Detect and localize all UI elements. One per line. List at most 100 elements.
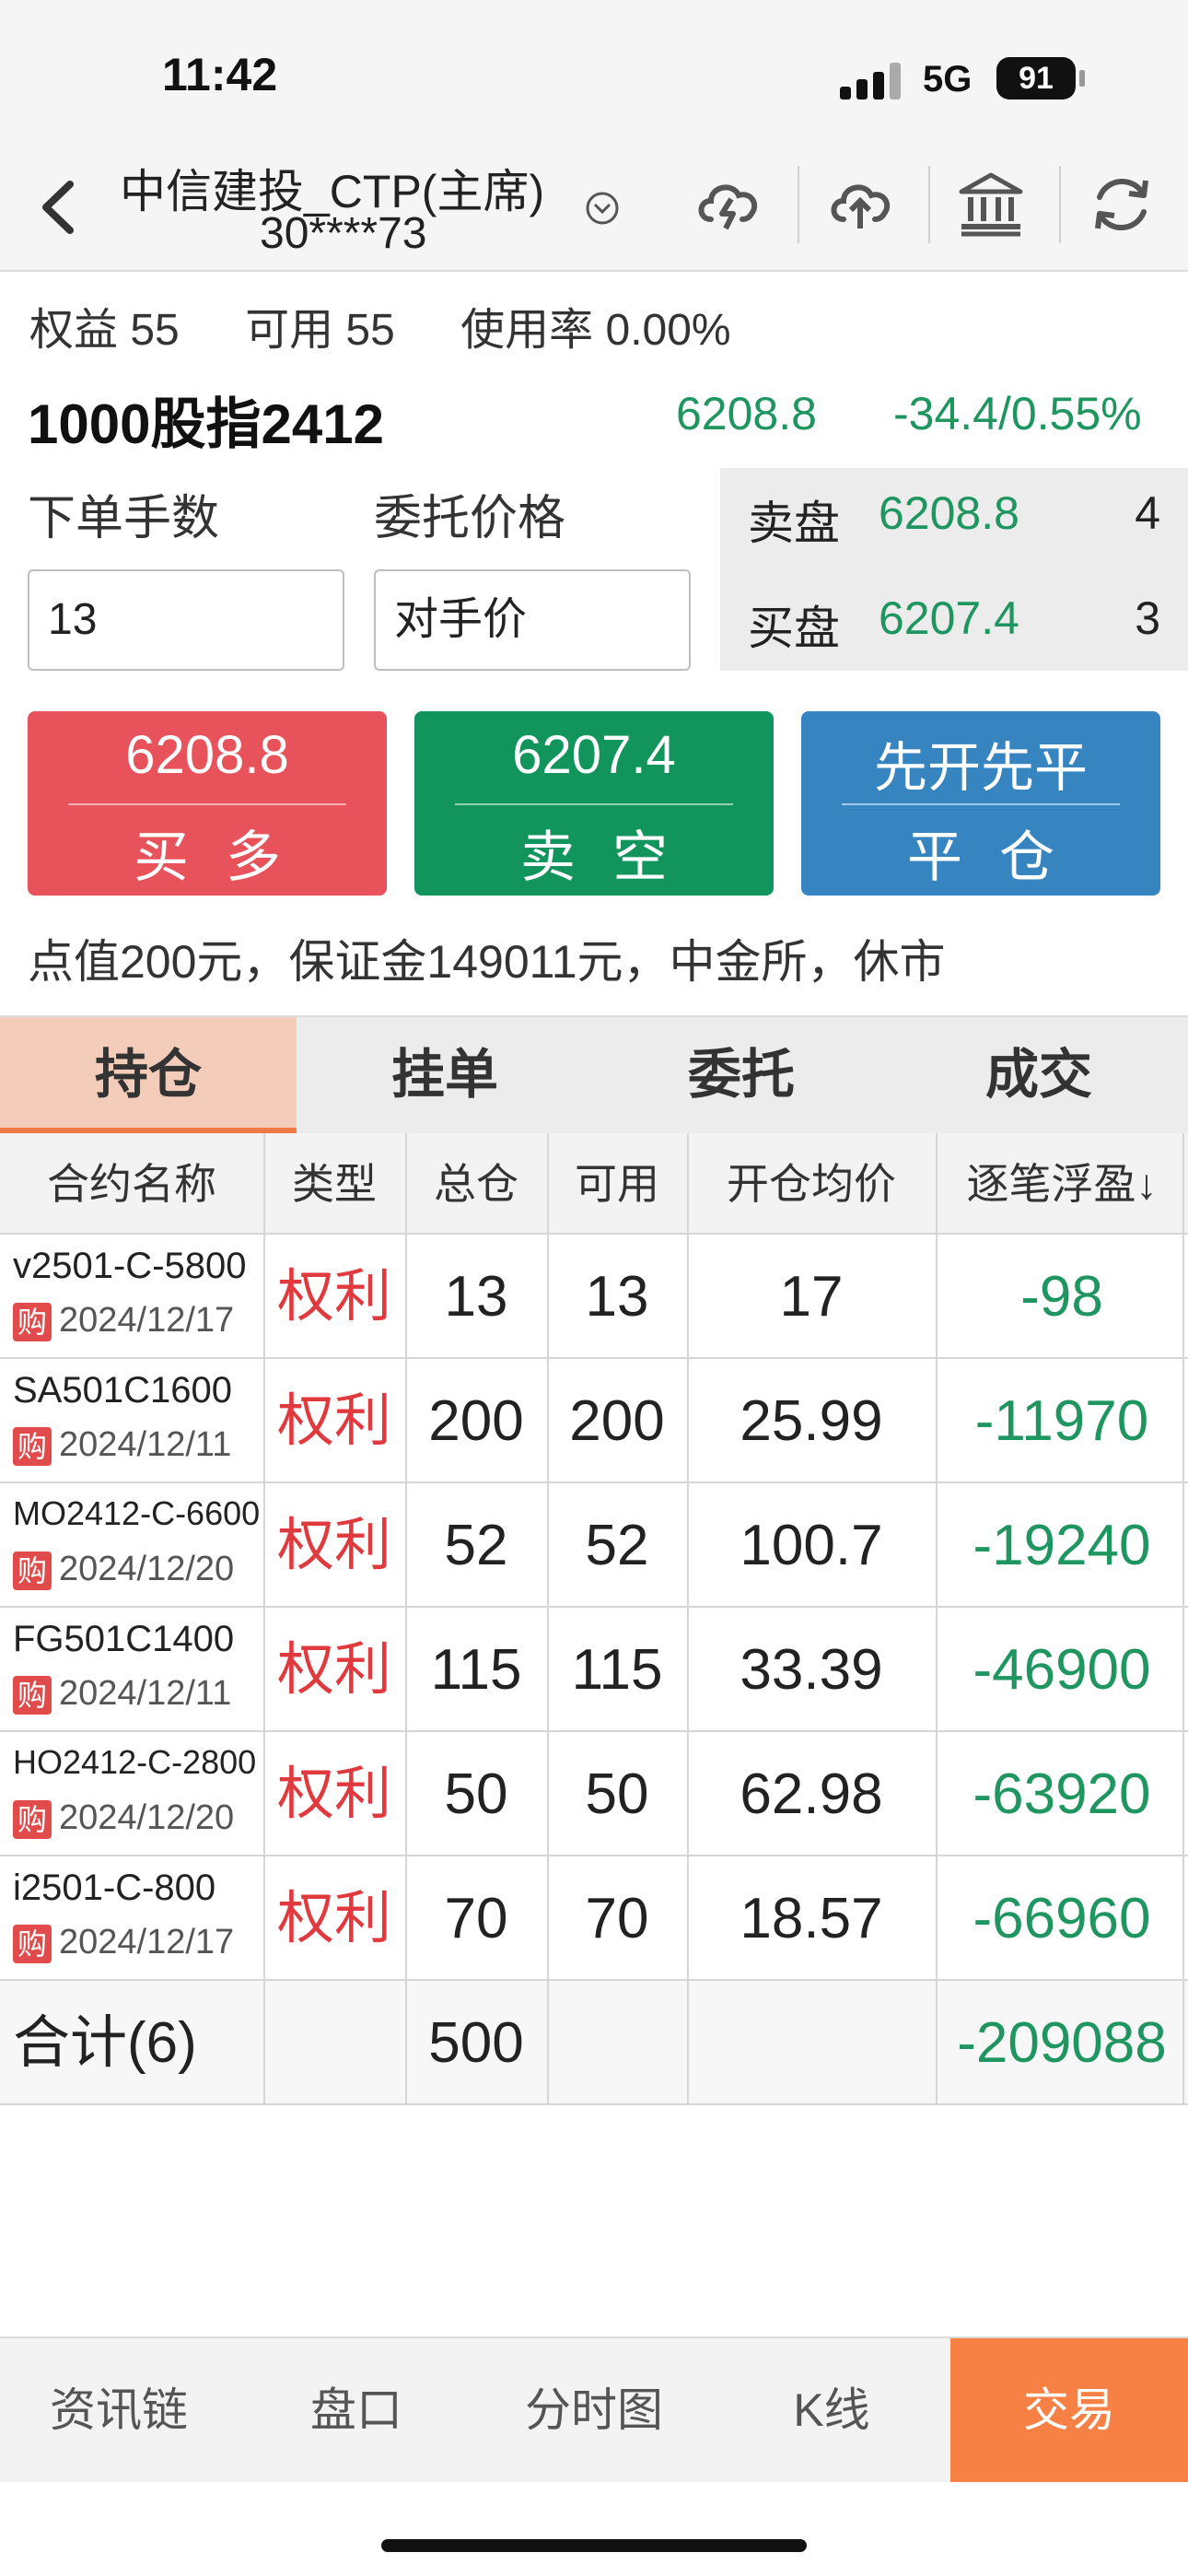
contract-code: i2501-C-800 [13, 1868, 216, 1908]
sell-price: 6207.4 [512, 725, 676, 785]
total-pl: -209088 [957, 2011, 1167, 2075]
open-date: 2024/12/20 [59, 1550, 235, 1588]
total-qty-sum: 500 [428, 2011, 524, 2075]
ask-qty: 4 [1135, 487, 1160, 539]
divider [68, 803, 346, 805]
nav-separator [928, 166, 930, 243]
header-type[interactable]: 类型 [263, 1133, 405, 1235]
nav-trade[interactable]: 交易 [950, 2338, 1188, 2482]
nav-news[interactable]: 资讯链 [0, 2338, 238, 2482]
quote-panel: 卖盘 6208.8 4 买盘 6207.4 3 [720, 468, 1188, 671]
qty-label: 下单手数 [28, 492, 220, 545]
available-value: 可用 55 [245, 306, 395, 355]
position-type: 权利 [276, 1887, 391, 1950]
bank-icon[interactable] [954, 168, 1028, 241]
bid-price: 6207.4 [879, 592, 1019, 644]
open-date: 2024/12/11 [59, 1674, 232, 1713]
total-qty: 70 [444, 1887, 508, 1950]
cloud-upload-icon[interactable] [823, 168, 897, 241]
header-total[interactable]: 总仓 [405, 1133, 547, 1235]
price-type-label: 委托价格 [374, 492, 566, 545]
nav-kline[interactable]: K线 [713, 2338, 950, 2482]
available-qty: 50 [585, 1762, 649, 1826]
table-row[interactable]: i2501-C-800 购 2024/12/17 权利 70 70 18.57 … [0, 1856, 1188, 1981]
header-contract[interactable]: 合约名称 [0, 1133, 263, 1235]
chevron-down-icon[interactable] [584, 190, 621, 227]
usage-value: 使用率 0.00% [460, 306, 731, 355]
bottom-nav: 资讯链 盘口 分时图 K线 交易 [0, 2336, 1188, 2482]
available-qty: 115 [571, 1638, 663, 1702]
account-number[interactable]: 30****73 [260, 208, 427, 259]
tab-trades[interactable]: 成交 [890, 1017, 1188, 1133]
tab-pending[interactable]: 挂单 [297, 1017, 593, 1133]
total-qty: 50 [444, 1762, 508, 1826]
header-avg-price[interactable]: 开仓均价 [687, 1133, 936, 1235]
total-label: 合计(6) [13, 2011, 197, 2075]
avg-price: 100.7 [740, 1514, 883, 1577]
nav-orderbook[interactable]: 盘口 [238, 2338, 475, 2482]
close-mode: 先开先平 [873, 738, 1088, 798]
call-tag: 购 [13, 1925, 52, 1963]
ask-label: 卖盘 [748, 498, 840, 549]
call-tag: 购 [13, 1676, 52, 1715]
table-row[interactable]: v2501-C-5800 购 2024/12/17 权利 13 13 17 -9… [0, 1235, 1188, 1359]
table-row[interactable]: FG501C1400 购 2024/12/11 权利 115 115 33.39… [0, 1608, 1188, 1732]
price-type-select[interactable]: 对手价 [374, 569, 691, 671]
sell-label: 卖空 [520, 826, 705, 888]
qty-input[interactable]: 13 [28, 569, 344, 671]
cloud-lightning-icon[interactable] [693, 168, 766, 241]
buy-long-button[interactable]: 6208.8 买多 [28, 711, 387, 896]
contract-code: HO2412-C-2800 [13, 1743, 257, 1781]
column-divider [1182, 1133, 1184, 2105]
contract-price: 6208.8 [676, 388, 817, 439]
column-divider [687, 1133, 689, 2105]
avg-price: 25.99 [740, 1389, 883, 1453]
status-bar: 11:42 5G 91 [0, 0, 1188, 138]
floating-pl: -11970 [974, 1389, 1149, 1453]
open-date: 2024/12/17 [59, 1301, 235, 1340]
bid-qty: 3 [1135, 592, 1160, 644]
tab-bar: 持仓 挂单 委托 成交 [0, 1015, 1188, 1133]
floating-pl: -66960 [973, 1887, 1151, 1950]
floating-pl: -63920 [973, 1762, 1151, 1826]
bid-label: 买盘 [748, 603, 840, 654]
back-icon[interactable] [28, 175, 92, 240]
position-type: 权利 [276, 1514, 391, 1577]
open-date: 2024/12/20 [59, 1798, 235, 1837]
contract-change: -34.4/0.55% [893, 388, 1142, 439]
avg-price: 17 [779, 1265, 844, 1329]
contract-name[interactable]: 1000股指2412 [28, 380, 384, 460]
table-row[interactable]: HO2412-C-2800 购 2024/12/20 权利 50 50 62.9… [0, 1732, 1188, 1856]
nav-intraday[interactable]: 分时图 [475, 2338, 713, 2482]
contract-code: SA501C1600 [13, 1370, 232, 1411]
contract-code: FG501C1400 [13, 1619, 235, 1659]
total-qty: 200 [428, 1389, 524, 1453]
column-divider [547, 1133, 549, 2105]
battery-icon: 91 [996, 57, 1076, 100]
position-type: 权利 [276, 1762, 391, 1826]
call-tag: 购 [13, 1551, 52, 1590]
available-qty: 70 [585, 1887, 649, 1950]
header-available[interactable]: 可用 [547, 1133, 687, 1235]
avg-price: 62.98 [740, 1762, 883, 1826]
tab-orders[interactable]: 委托 [593, 1017, 890, 1133]
total-row: 合计(6) 500 -209088 [0, 1981, 1188, 2105]
total-qty: 115 [430, 1638, 522, 1702]
signal-icon [840, 63, 903, 100]
contract-code: MO2412-C-6600 [13, 1494, 261, 1532]
call-tag: 购 [13, 1303, 52, 1341]
nav-separator [798, 166, 799, 243]
home-indicator[interactable] [381, 2539, 807, 2552]
open-date: 2024/12/11 [59, 1425, 232, 1464]
refresh-icon[interactable] [1085, 168, 1159, 241]
call-tag: 购 [13, 1427, 52, 1466]
available-qty: 13 [585, 1265, 649, 1329]
ask-price: 6208.8 [879, 487, 1019, 539]
table-row[interactable]: SA501C1600 购 2024/12/11 权利 200 200 25.99… [0, 1359, 1188, 1483]
available-qty: 52 [585, 1514, 649, 1577]
close-position-button[interactable]: 先开先平 平仓 [801, 711, 1160, 896]
sell-short-button[interactable]: 6207.4 卖空 [414, 711, 774, 896]
table-row[interactable]: MO2412-C-6600 购 2024/12/20 权利 52 52 100.… [0, 1483, 1188, 1608]
tab-positions[interactable]: 持仓 [0, 1017, 297, 1133]
header-floating-pl[interactable]: 逐笔浮盈↓ [936, 1133, 1188, 1235]
